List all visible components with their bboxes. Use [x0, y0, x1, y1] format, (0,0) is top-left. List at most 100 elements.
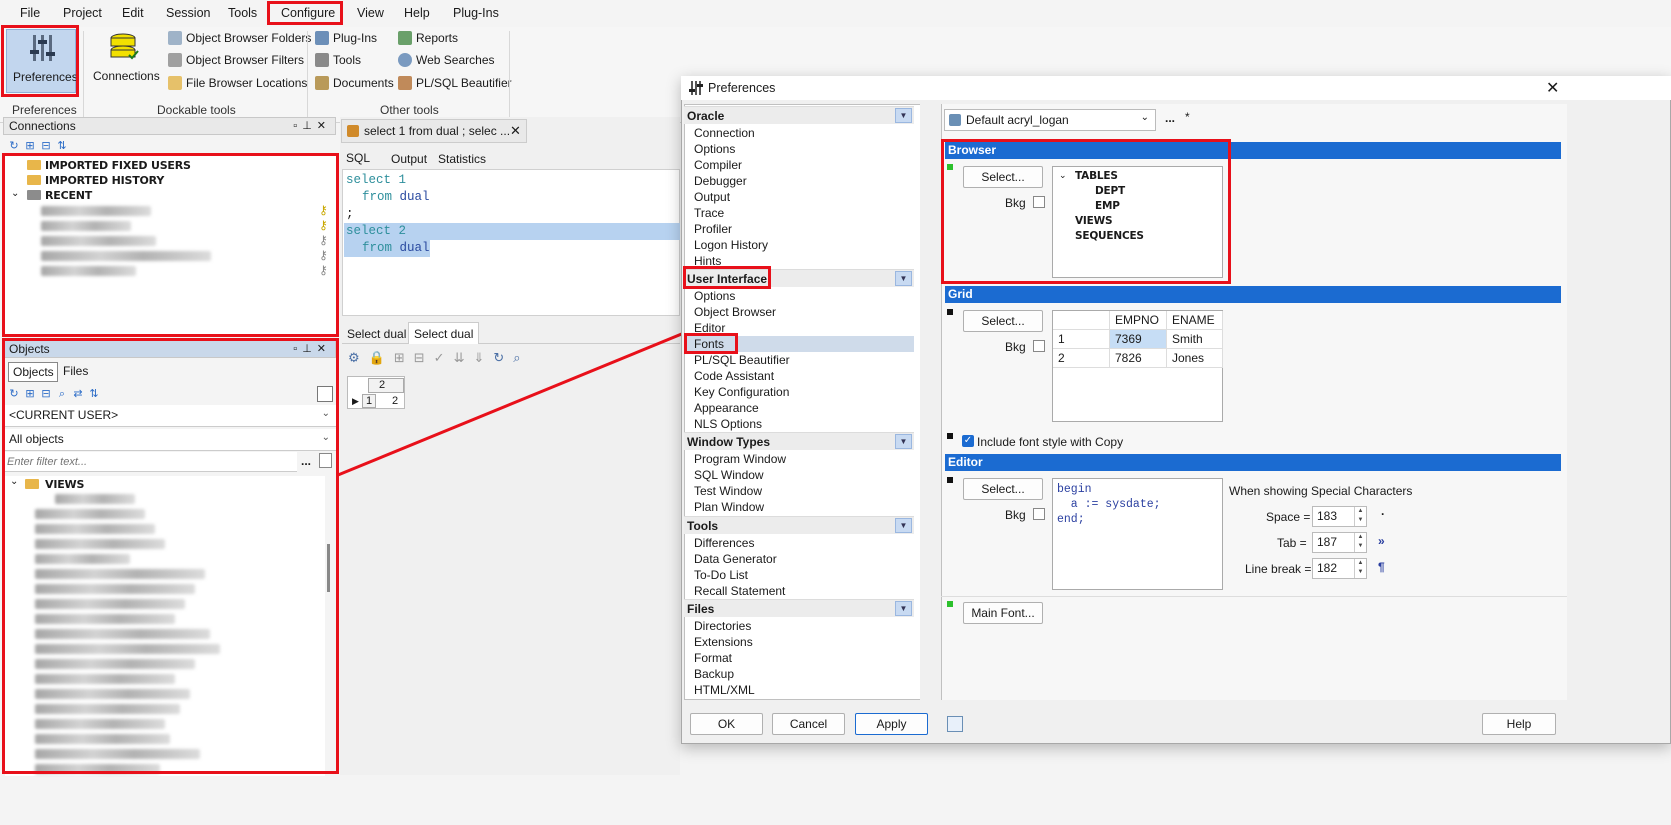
category-tools[interactable]: Tools ▼: [684, 516, 914, 534]
cat-item[interactable]: Key Configuration: [694, 384, 789, 400]
plugins-button[interactable]: Plug-Ins: [315, 31, 377, 45]
chevron-down-icon[interactable]: ▼: [895, 108, 912, 123]
spinner-arrows-icon[interactable]: ▲ ▼: [1354, 533, 1366, 552]
lock-icon[interactable]: 🔒: [369, 350, 394, 365]
user-select[interactable]: <CURRENT USER> ⌄: [5, 405, 336, 427]
space-spinner[interactable]: 183 ▲ ▼: [1312, 506, 1367, 527]
spinner-arrows-icon[interactable]: ▲ ▼: [1354, 559, 1366, 578]
browser-bkg-checkbox[interactable]: [1033, 196, 1045, 208]
preferences-button[interactable]: Preferences: [6, 29, 78, 93]
menu-help[interactable]: Help: [404, 6, 430, 20]
editor-select-button[interactable]: Select...: [963, 478, 1043, 500]
menu-view[interactable]: View: [357, 6, 384, 20]
checkbox[interactable]: [317, 386, 333, 402]
category-window-types[interactable]: Window Types ▼: [684, 432, 914, 450]
chevron-down-icon[interactable]: ▼: [895, 271, 912, 286]
link-icon[interactable]: ⇄: [72, 388, 84, 400]
object-browser-filters-button[interactable]: Object Browser Filters: [168, 53, 304, 67]
cat-item[interactable]: Connection: [694, 125, 755, 141]
expand-icon[interactable]: ⊞: [24, 140, 36, 152]
include-font-style-checkbox[interactable]: ✓: [962, 435, 974, 447]
category-user-interface[interactable]: User Interface ▼: [684, 269, 914, 287]
cat-item[interactable]: Output: [694, 189, 730, 205]
list-item[interactable]: [35, 599, 185, 609]
menu-configure[interactable]: Configure: [281, 6, 335, 20]
cat-item[interactable]: PL/SQL Beautifier: [694, 352, 790, 368]
tab-result-1[interactable]: Select dual: [347, 327, 406, 341]
cat-item[interactable]: Appearance: [694, 400, 759, 416]
list-item[interactable]: [35, 764, 160, 774]
list-item[interactable]: [35, 689, 190, 699]
list-item[interactable]: [41, 266, 136, 276]
cat-item[interactable]: NLS Options: [694, 416, 762, 432]
list-item[interactable]: [35, 629, 210, 639]
add-row-icon[interactable]: ⊞: [394, 350, 414, 365]
find-icon[interactable]: ⌕: [513, 350, 529, 365]
cat-item[interactable]: Trace: [694, 205, 724, 221]
tab-objects[interactable]: Objects: [8, 362, 58, 382]
sql-window-tab[interactable]: select 1 from dual ; selec ... ✕: [341, 119, 527, 143]
menu-edit[interactable]: Edit: [122, 6, 144, 20]
cat-item[interactable]: Format: [694, 650, 732, 666]
ok-button[interactable]: OK: [690, 713, 763, 735]
export-icon[interactable]: [947, 716, 963, 732]
tools-button[interactable]: Tools: [315, 53, 361, 67]
close-icon[interactable]: ✕: [1546, 78, 1559, 98]
cat-item[interactable]: Plan Window: [694, 499, 764, 515]
cat-item[interactable]: Editor: [694, 320, 725, 336]
fetch-last-icon[interactable]: ⇓: [473, 350, 493, 365]
category-files[interactable]: Files ▼: [684, 599, 914, 617]
refresh-icon[interactable]: ↻: [8, 140, 20, 152]
menu-plugins[interactable]: Plug-Ins: [453, 6, 499, 20]
cat-item[interactable]: SQL Window: [694, 467, 764, 483]
tab-spinner[interactable]: 187 ▲ ▼: [1312, 532, 1367, 553]
tree-imported-history[interactable]: IMPORTED HISTORY: [45, 174, 164, 187]
connections-button[interactable]: Connections: [90, 31, 160, 91]
profile-select[interactable]: Default acryl_logan ⌄: [944, 109, 1156, 131]
cat-item[interactable]: Test Window: [694, 483, 762, 499]
tab-files[interactable]: Files: [61, 364, 90, 378]
cat-item[interactable]: Differences: [694, 535, 754, 551]
tree-views[interactable]: VIEWS: [45, 478, 84, 491]
documents-button[interactable]: Documents: [315, 76, 394, 90]
category-oracle[interactable]: Oracle ▼: [684, 106, 914, 124]
file-browser-locations-button[interactable]: File Browser Locations: [168, 76, 307, 90]
list-item[interactable]: [41, 206, 151, 216]
help-button[interactable]: Help: [1482, 713, 1556, 735]
cat-item[interactable]: Options: [694, 288, 735, 304]
expand-icon[interactable]: ⊞: [24, 388, 36, 400]
list-item[interactable]: [35, 674, 175, 684]
cat-item[interactable]: Options: [694, 141, 735, 157]
tab-statistics[interactable]: Statistics: [438, 152, 486, 166]
chevron-down-icon[interactable]: ▼: [895, 601, 912, 616]
list-item[interactable]: [41, 236, 156, 246]
grid-settings-icon[interactable]: ⚙: [348, 350, 369, 365]
scrollbar-thumb[interactable]: [327, 544, 330, 592]
cat-item[interactable]: Code Assistant: [694, 368, 774, 384]
panel-controls[interactable]: ▫⊥✕: [293, 119, 331, 132]
spinner-arrows-icon[interactable]: ▲ ▼: [1354, 507, 1366, 526]
chevron-down-icon[interactable]: ⌄: [11, 188, 19, 199]
object-browser-folders-button[interactable]: Object Browser Folders: [168, 31, 311, 45]
chevron-down-icon[interactable]: ▼: [895, 434, 912, 449]
apply-button[interactable]: Apply: [855, 713, 928, 735]
menu-tools[interactable]: Tools: [228, 6, 257, 20]
delete-row-icon[interactable]: ⊟: [414, 350, 434, 365]
chevron-down-icon[interactable]: ⌄: [10, 476, 18, 487]
sort-icon[interactable]: ⇅: [88, 388, 100, 400]
fetch-next-icon[interactable]: ⇊: [454, 350, 474, 365]
cat-item-fonts[interactable]: Fonts: [694, 336, 724, 352]
list-item[interactable]: [35, 614, 175, 624]
cat-item[interactable]: Profiler: [694, 221, 732, 237]
tab-output[interactable]: Output: [391, 152, 427, 166]
grid-bkg-checkbox[interactable]: [1033, 340, 1045, 352]
list-item[interactable]: [35, 704, 180, 714]
close-icon[interactable]: ✕: [510, 123, 521, 139]
cancel-button[interactable]: Cancel: [772, 713, 845, 735]
list-item[interactable]: [55, 494, 135, 504]
cat-item[interactable]: Directories: [694, 618, 751, 634]
profile-more-button[interactable]: ...: [1165, 111, 1175, 125]
cat-item[interactable]: HTML/XML: [694, 682, 755, 698]
post-icon[interactable]: ✓: [434, 350, 454, 365]
menu-file[interactable]: File: [20, 6, 40, 20]
